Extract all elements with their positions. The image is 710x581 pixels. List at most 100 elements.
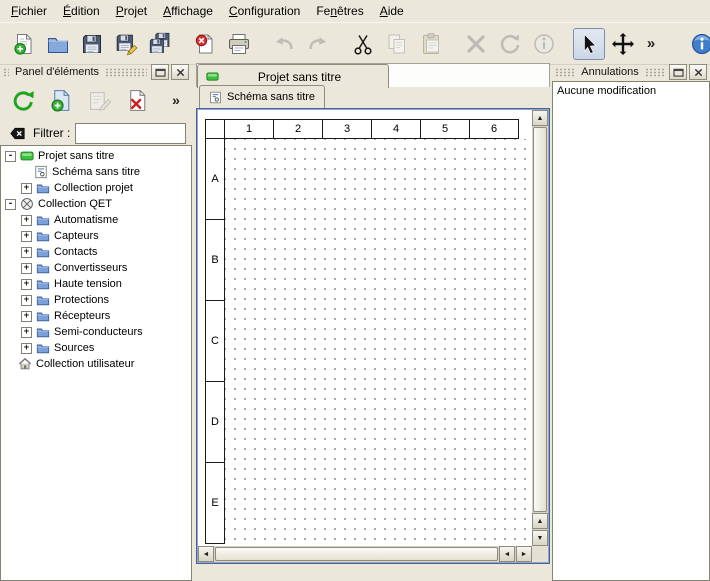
select-mode-button[interactable] [573, 28, 605, 60]
expand-toggle-icon[interactable]: + [21, 263, 32, 274]
scroll-left-button-2[interactable]: ◄ [499, 546, 515, 562]
delete-button[interactable] [460, 28, 492, 60]
tree-item-haute-tension[interactable]: +Haute tension [1, 276, 191, 292]
dock-grip[interactable] [645, 68, 665, 77]
elements-panel-close-button[interactable] [171, 64, 189, 80]
cut-icon [351, 32, 375, 56]
tree-item-recepteurs[interactable]: + Récepteurs [1, 308, 191, 324]
save-as-button[interactable] [110, 28, 142, 60]
tree-item-protections[interactable]: +Protections [1, 292, 191, 308]
tree-item-convertisseurs[interactable]: + Convertisseurs [1, 260, 191, 276]
save-button[interactable] [76, 28, 108, 60]
tree-item-collection-qet[interactable]: - Collection QET [1, 196, 191, 212]
menu-configuration[interactable]: Configuration [221, 1, 308, 21]
main-toolbar: » [0, 22, 710, 65]
ruler-column: 5 [421, 120, 470, 138]
tree-item-label: Convertisseurs [54, 262, 127, 274]
tree-item-semi-conducteurs[interactable]: +Semi-conducteurs [1, 324, 191, 340]
tree-item-collection-utilisateur[interactable]: Collection utilisateur [1, 356, 191, 372]
close-project-button[interactable] [189, 28, 221, 60]
expand-toggle-icon[interactable]: + [21, 311, 32, 322]
tree-item-collection-projet[interactable]: +Collection projet [1, 180, 191, 196]
tree-item-label: Capteurs [54, 230, 99, 242]
expand-toggle-icon[interactable]: + [21, 183, 32, 194]
filter-input[interactable] [75, 123, 186, 144]
scroll-left-button[interactable]: ◄ [198, 546, 214, 562]
scroll-down-button[interactable]: ▼ [532, 530, 548, 546]
panel-overflow-button[interactable]: » [167, 84, 185, 116]
horizontal-scroll-thumb[interactable] [215, 547, 498, 561]
expand-toggle-icon[interactable]: + [21, 215, 32, 226]
paste-button[interactable] [415, 28, 447, 60]
elements-panel-float-button[interactable] [151, 64, 169, 80]
menu-projet[interactable]: Projet [108, 1, 155, 21]
tree-item-capteurs[interactable]: + Capteurs [1, 228, 191, 244]
undo-panel-close-button[interactable] [689, 64, 707, 80]
menu-fichier[interactable]: Fichier [3, 1, 55, 21]
save-icon [80, 32, 104, 56]
collapse-toggle-icon[interactable]: - [5, 151, 16, 162]
menu-fenetres[interactable]: Fenêtres [308, 1, 371, 21]
delete-element-button[interactable] [121, 84, 153, 116]
expand-toggle-icon[interactable]: + [21, 343, 32, 354]
folder-icon [36, 213, 50, 227]
tree-item-contacts[interactable]: +Contacts [1, 244, 191, 260]
reload-collections-button[interactable] [7, 84, 39, 116]
edit-element-icon [87, 88, 112, 113]
ruler-column: 2 [274, 120, 323, 138]
collapse-toggle-icon[interactable]: - [5, 199, 16, 210]
menu-affichage[interactable]: Affichage [155, 1, 221, 21]
dock-grip[interactable] [3, 68, 9, 77]
edit-element-button[interactable] [83, 84, 115, 116]
tree-item-sources[interactable]: +Sources [1, 340, 191, 356]
rotate-button[interactable] [494, 28, 526, 60]
about-button[interactable] [686, 28, 710, 60]
tree-item-schema-sans-titre[interactable]: Schéma sans titre [1, 164, 191, 180]
schema-canvas[interactable] [225, 139, 531, 545]
expand-toggle-icon[interactable]: + [21, 231, 32, 242]
expand-toggle-icon[interactable]: + [21, 327, 32, 338]
copy-button[interactable] [381, 28, 413, 60]
clear-filter-button[interactable] [6, 123, 28, 143]
expand-toggle-icon[interactable]: + [21, 295, 32, 306]
vertical-scrollbar[interactable]: ▲ ▲ ▼ [532, 110, 548, 546]
horizontal-scrollbar[interactable]: ◄ ◄ ► [198, 546, 532, 562]
element-info-button[interactable] [528, 28, 560, 60]
expand-toggle-icon[interactable]: + [21, 279, 32, 290]
close-icon [693, 68, 704, 77]
home-icon [18, 357, 32, 371]
cut-button[interactable] [347, 28, 379, 60]
info-blue-icon [690, 32, 710, 56]
tree-item-projet-sans-titre[interactable]: -Projet sans titre [1, 148, 191, 164]
tree-item-automatisme[interactable]: +Automatisme [1, 212, 191, 228]
dock-grip[interactable] [105, 68, 147, 77]
undo-icon [272, 32, 296, 56]
scroll-up-button[interactable]: ▲ [532, 110, 548, 126]
undo-history-item[interactable]: Aucune modification [553, 82, 709, 100]
menu-aide[interactable]: Aide [372, 1, 412, 21]
schema-tab-label: Schéma sans titre [227, 91, 315, 103]
toolbar-overflow-button[interactable]: » [641, 28, 661, 60]
tree-item-label: Collection QET [38, 198, 112, 210]
print-button[interactable] [223, 28, 255, 60]
scroll-up-button-2[interactable]: ▲ [532, 513, 548, 529]
undo-panel-float-button[interactable] [669, 64, 687, 80]
tab-schema-sans-titre[interactable]: Schéma sans titre [199, 85, 325, 108]
move-icon [611, 32, 635, 56]
tree-item-label: Récepteurs [54, 310, 110, 322]
expand-toggle-icon[interactable]: + [21, 247, 32, 258]
redo-button[interactable] [302, 28, 334, 60]
redo-icon [306, 32, 330, 56]
new-project-button[interactable] [8, 28, 40, 60]
open-project-button[interactable] [42, 28, 74, 60]
pan-mode-button[interactable] [607, 28, 639, 60]
menu-edition[interactable]: Édition [55, 1, 108, 21]
dock-grip[interactable] [555, 68, 575, 77]
new-element-button[interactable] [45, 84, 77, 116]
dock-header-buttons [669, 64, 707, 80]
vertical-scroll-thumb[interactable] [533, 127, 547, 512]
undo-button[interactable] [268, 28, 300, 60]
folder-icon [36, 341, 50, 355]
save-all-button[interactable] [144, 28, 176, 60]
scroll-right-button[interactable]: ► [516, 546, 532, 562]
